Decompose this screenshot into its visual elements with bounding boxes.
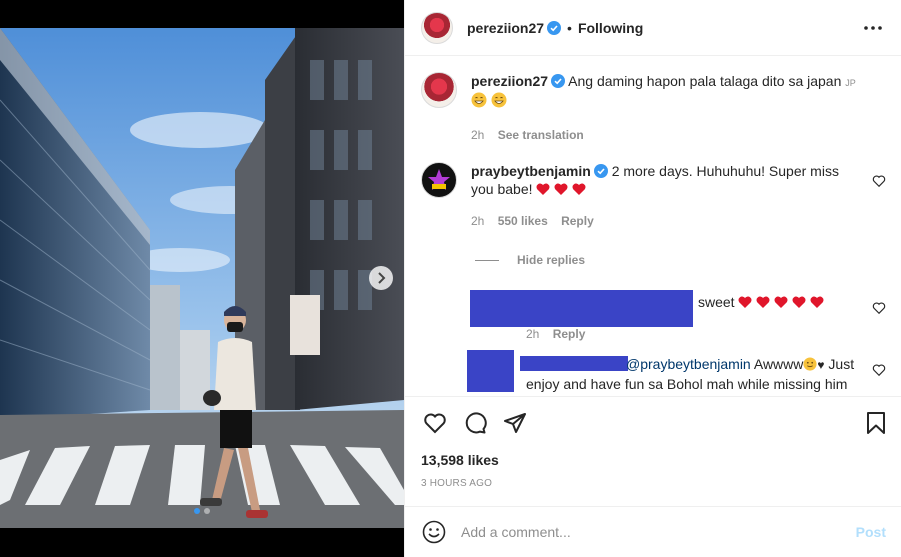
hide-replies-label: Hide replies bbox=[517, 253, 586, 267]
reply-meta: 2h Reply bbox=[526, 327, 585, 341]
header-separator: • bbox=[567, 19, 572, 36]
redacted-user bbox=[470, 290, 693, 327]
likes-count[interactable]: 13,598 likes bbox=[421, 452, 499, 468]
emoji-button[interactable] bbox=[421, 519, 447, 545]
grin-emoji-icon bbox=[491, 92, 507, 108]
header-username[interactable]: pereziion27 bbox=[467, 20, 544, 36]
following-button[interactable]: Following bbox=[578, 20, 643, 36]
street-photo-image bbox=[0, 28, 404, 528]
avatar[interactable] bbox=[421, 162, 457, 198]
smile-icon bbox=[422, 520, 446, 544]
like-button[interactable] bbox=[421, 409, 449, 437]
avatar[interactable] bbox=[421, 11, 453, 44]
avatar-logo bbox=[428, 169, 450, 190]
more-options-button[interactable] bbox=[861, 16, 885, 40]
heart-emoji-icon bbox=[756, 296, 770, 308]
post-details-panel: pereziion27 • Following pereziion27 Ang … bbox=[404, 0, 901, 557]
reply-text-before: Awwww bbox=[753, 356, 804, 372]
post-actions: 13,598 likes 3 HOURS AGO bbox=[405, 396, 901, 506]
caption-username[interactable]: pereziion27 bbox=[471, 73, 548, 89]
action-bar bbox=[421, 409, 890, 437]
heart-emojis bbox=[536, 181, 586, 197]
comment-time: 2h bbox=[471, 214, 485, 228]
flag-label: JP bbox=[845, 78, 856, 88]
share-button[interactable] bbox=[501, 409, 529, 437]
save-button[interactable] bbox=[862, 409, 890, 437]
comment-meta: 2h 550 likes Reply bbox=[471, 212, 862, 230]
share-icon bbox=[504, 413, 526, 433]
comment-body: praybeytbenjamin 2 more days. Huhuhuhu! … bbox=[471, 162, 886, 230]
reply-comment: sweet bbox=[698, 293, 824, 312]
verified-icon bbox=[551, 74, 566, 88]
reply-time: 2h bbox=[526, 327, 540, 341]
reply-comment: @praybeytbenjamin Awwww ♥ Just enjoy and … bbox=[526, 355, 866, 395]
heart-icon[interactable] bbox=[872, 363, 886, 377]
add-comment-bar: Post bbox=[405, 506, 901, 557]
mention-link[interactable]: @praybeytbenjamin bbox=[626, 356, 751, 372]
comment-username[interactable]: praybeytbenjamin bbox=[471, 163, 591, 179]
more-icon bbox=[864, 25, 882, 30]
heart-icon[interactable] bbox=[872, 301, 886, 315]
redacted-avatar bbox=[467, 350, 514, 392]
post-photo[interactable] bbox=[0, 0, 404, 557]
smile-emoji-icon bbox=[803, 357, 817, 371]
heart-emoji-icon bbox=[738, 296, 752, 308]
divider bbox=[475, 259, 499, 261]
heart-emoji-icon bbox=[774, 296, 788, 308]
heart-emoji-icon bbox=[792, 296, 806, 308]
verified-icon bbox=[547, 20, 562, 35]
comments-list: pereziion27 Ang daming hapon pala talaga… bbox=[405, 57, 901, 395]
heart-icon[interactable] bbox=[872, 174, 886, 188]
post-button[interactable]: Post bbox=[856, 524, 886, 540]
carousel-next-button[interactable] bbox=[369, 266, 393, 290]
reply-button[interactable]: Reply bbox=[553, 327, 586, 341]
comment-icon bbox=[465, 412, 487, 434]
carousel-dot bbox=[204, 508, 210, 514]
heart-icon bbox=[424, 413, 446, 434]
verified-icon bbox=[593, 164, 608, 178]
see-translation-button[interactable]: See translation bbox=[498, 128, 584, 142]
comment: praybeytbenjamin 2 more days. Huhuhuhu! … bbox=[421, 162, 886, 230]
bookmark-icon bbox=[867, 412, 885, 434]
hide-replies-button[interactable]: Hide replies bbox=[475, 253, 585, 267]
chevron-right-icon bbox=[378, 272, 386, 284]
carousel-dots bbox=[0, 508, 404, 514]
caption-meta: 2h See translation bbox=[471, 126, 886, 144]
avatar[interactable] bbox=[421, 72, 457, 108]
post-header: pereziion27 • Following bbox=[405, 0, 901, 56]
heart-emoji-icon bbox=[554, 183, 568, 195]
carousel-dot-active bbox=[194, 508, 200, 514]
post-time: 3 HOURS AGO bbox=[421, 478, 493, 489]
caption-body: pereziion27 Ang daming hapon pala talaga… bbox=[471, 72, 886, 144]
comment-input[interactable] bbox=[461, 524, 856, 540]
caption: pereziion27 Ang daming hapon pala talaga… bbox=[421, 72, 886, 144]
reply-text: sweet bbox=[698, 294, 735, 310]
caption-time: 2h bbox=[471, 128, 485, 142]
heart-emoji-icon bbox=[536, 183, 550, 195]
caption-text: Ang daming hapon pala talaga dito sa jap… bbox=[568, 73, 842, 89]
heart-emoji-icon bbox=[810, 296, 824, 308]
heart-emoji-icon bbox=[572, 183, 586, 195]
comment-button[interactable] bbox=[461, 409, 489, 437]
comment-likes[interactable]: 550 likes bbox=[498, 214, 548, 228]
grin-emoji-icon bbox=[471, 92, 487, 108]
reply-button[interactable]: Reply bbox=[561, 214, 594, 228]
